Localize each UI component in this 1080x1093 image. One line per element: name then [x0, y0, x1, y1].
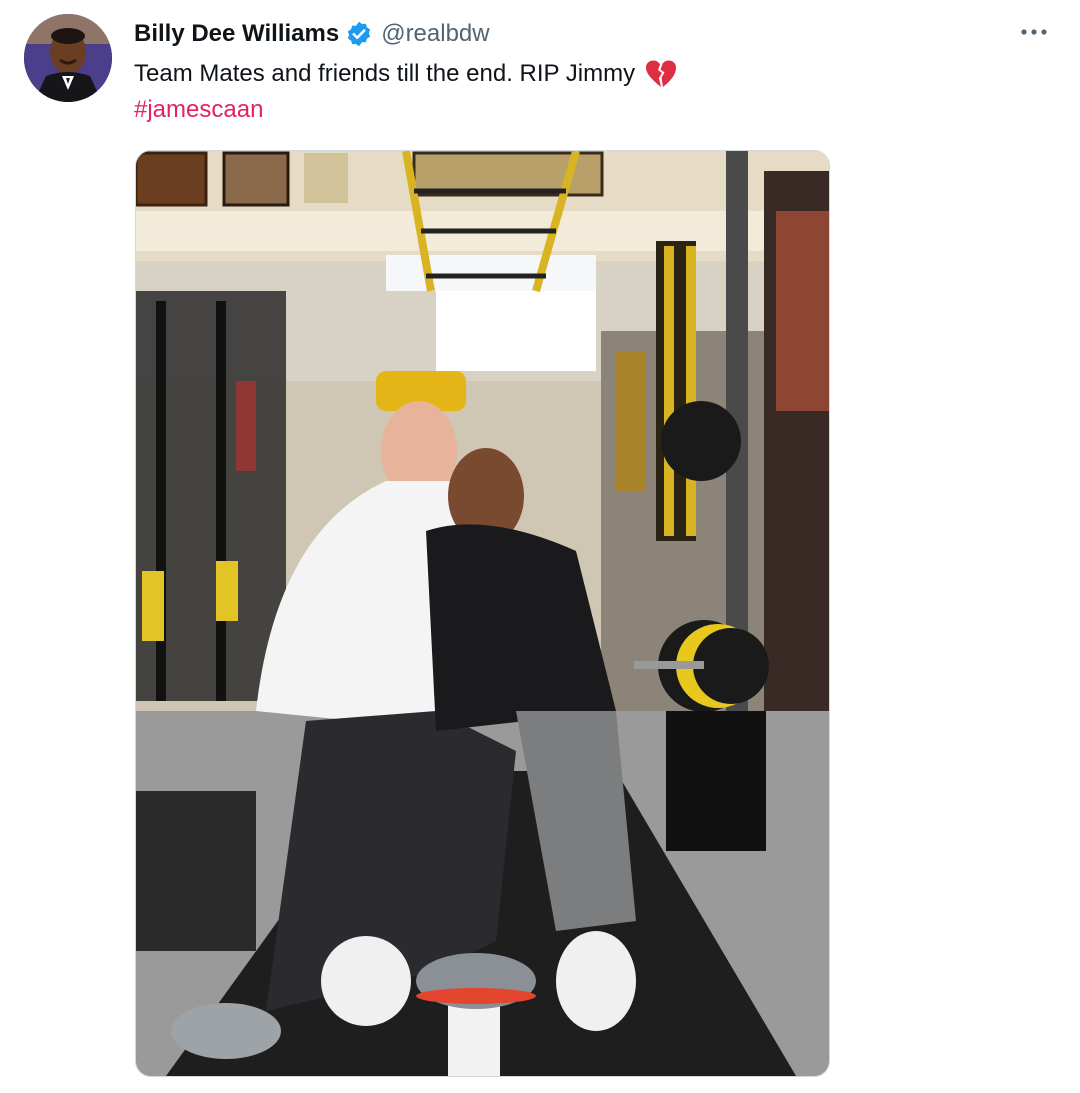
- tweet-photo[interactable]: [135, 150, 830, 1077]
- display-name[interactable]: Billy Dee Williams: [134, 20, 339, 48]
- hashtag-link[interactable]: #jamescaan: [134, 92, 263, 128]
- verified-badge-icon: [345, 20, 373, 48]
- tweet-hashtag-line: #jamescaan: [134, 92, 1014, 128]
- tweet-body: Team Mates and friends till the end. RIP…: [134, 60, 636, 87]
- avatar-image: [24, 14, 112, 102]
- tweet-text: Team Mates and friends till the end. RIP…: [134, 56, 1014, 128]
- broken-heart-icon: [645, 59, 677, 89]
- tweet-text-line: Team Mates and friends till the end. RIP…: [134, 56, 1014, 92]
- tweet-header: Billy Dee Williams @realbdw: [134, 16, 490, 52]
- photo-image: [136, 151, 829, 1076]
- more-options-icon[interactable]: [1016, 20, 1052, 44]
- avatar[interactable]: [24, 14, 112, 102]
- user-handle[interactable]: @realbdw: [381, 20, 489, 48]
